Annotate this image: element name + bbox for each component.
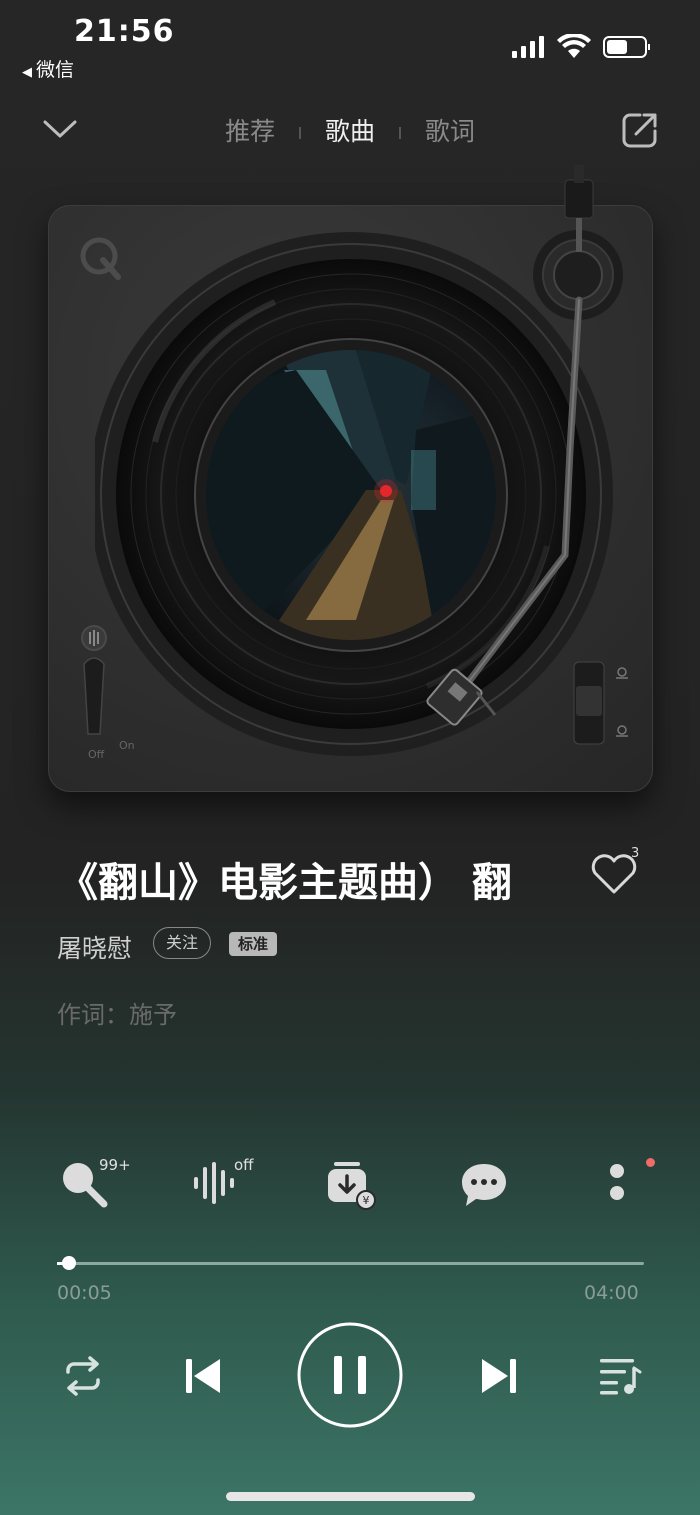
progress-knob[interactable]: [62, 1256, 77, 1270]
sound-effect-icon[interactable]: [192, 1160, 240, 1206]
signal-icon: [512, 36, 544, 58]
speed-switch[interactable]: [570, 658, 636, 748]
playlist-icon[interactable]: [598, 1356, 644, 1396]
tab-divider: [398, 127, 401, 139]
effect-badge: off: [234, 1156, 254, 1174]
tonearm[interactable]: [425, 160, 645, 730]
download-icon[interactable]: ¥: [326, 1160, 376, 1210]
status-time: 21:56: [74, 14, 175, 49]
artist-name[interactable]: 屠晓慰: [57, 929, 132, 965]
tab-divider: [299, 127, 302, 139]
lyricist-credit: 作词：施予: [57, 1001, 177, 1029]
repeat-icon[interactable]: [60, 1356, 106, 1396]
back-triangle-icon: ◀: [22, 65, 32, 80]
sing-badge: 99+: [99, 1156, 131, 1174]
svg-text:¥: ¥: [363, 1194, 370, 1207]
tab-recommend[interactable]: 推荐: [225, 112, 275, 148]
like-count: 3: [631, 846, 640, 861]
quality-badge[interactable]: 标准: [229, 932, 277, 956]
switch-on-label: On: [119, 739, 135, 752]
back-to-app-link[interactable]: ◀ 微信: [22, 55, 74, 82]
comment-icon[interactable]: [460, 1162, 508, 1208]
tab-lyrics[interactable]: 歌词: [425, 112, 475, 148]
wifi-icon: [557, 34, 591, 58]
previous-track-icon[interactable]: [184, 1356, 224, 1396]
current-time: 00:05: [57, 1282, 112, 1304]
battery-icon: [603, 36, 650, 58]
back-app-label: 微信: [36, 59, 75, 81]
song-title: 《翻山》电影主题曲） 翻: [58, 860, 512, 906]
follow-button[interactable]: 关注: [153, 927, 211, 959]
more-options-icon[interactable]: [606, 1162, 630, 1204]
home-indicator[interactable]: [226, 1492, 475, 1501]
top-tabs: 推荐 歌曲 歌词: [0, 112, 700, 148]
pause-icon: [334, 1356, 342, 1394]
next-track-icon[interactable]: [478, 1356, 518, 1396]
notification-dot: [646, 1158, 655, 1167]
share-icon[interactable]: [620, 110, 660, 150]
progress-track[interactable]: [57, 1262, 644, 1265]
player-screen: 21:56 ◀ 微信 推荐 歌曲 歌词 Off On 《翻山》电影主题曲） 翻 …: [0, 0, 700, 1515]
tab-song[interactable]: 歌曲: [325, 112, 375, 148]
pause-button[interactable]: [295, 1320, 405, 1430]
total-time: 04:00: [584, 1282, 639, 1304]
switch-off-label: Off: [88, 748, 105, 761]
status-icons: [512, 34, 650, 58]
